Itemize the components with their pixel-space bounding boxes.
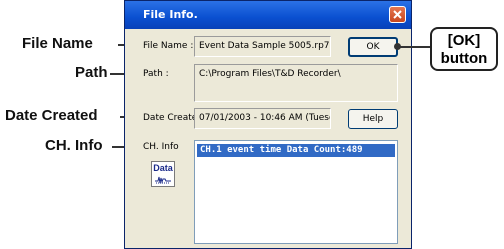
help-button[interactable]: Help [348, 109, 398, 129]
ch-info-list[interactable]: CH.1 event time Data Count:489 [194, 140, 398, 244]
callout-ch-info: CH. Info [45, 137, 103, 154]
callout-ok-button: [OK] button [430, 27, 498, 71]
file-name-field: Event Data Sample 5005.rp7 [194, 36, 331, 57]
callout-date-created: Date Created [5, 107, 98, 124]
date-created-field: 07/01/2003 - 10:46 AM (Tuesday) [194, 108, 331, 129]
close-button[interactable] [389, 6, 406, 23]
callout-path: Path [75, 64, 108, 81]
callout-ok-dot [394, 43, 401, 50]
data-icon-text: Data [153, 163, 173, 173]
data-icon: Data [151, 161, 175, 187]
path-label: Path : [143, 69, 169, 79]
callout-ok-line1: [OK] [447, 32, 481, 49]
file-name-label: File Name : [143, 41, 194, 51]
ok-button[interactable]: OK [348, 37, 398, 57]
list-item[interactable]: CH.1 event time Data Count:489 [197, 144, 395, 157]
waveform-icon [155, 176, 171, 184]
title-bar[interactable]: File Info. [125, 1, 411, 29]
path-field: C:\Program Files\T&D Recorder\ [194, 64, 398, 102]
callout-ok-leader [398, 46, 430, 48]
file-info-dialog: File Info. File Name : Event Data Sample… [124, 0, 412, 249]
callout-file-name: File Name [22, 35, 93, 52]
window-title: File Info. [143, 8, 198, 21]
ch-info-label: CH. Info [143, 142, 179, 152]
close-icon [393, 10, 402, 19]
callout-ok-line2: button [440, 50, 488, 67]
